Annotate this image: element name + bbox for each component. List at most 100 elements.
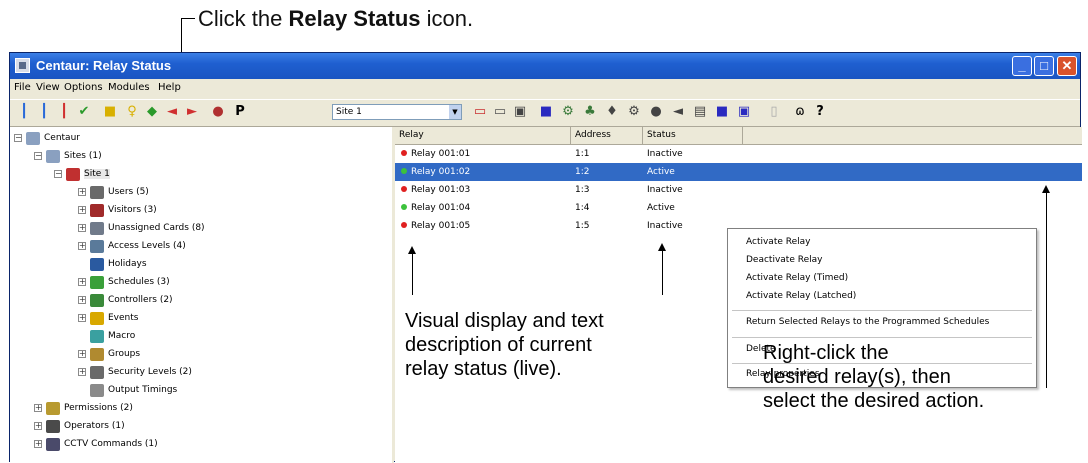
relay-status-icon[interactable]: ♀ bbox=[124, 104, 140, 120]
tree-item-cctv-commands[interactable]: + CCTV Commands (1) bbox=[34, 435, 158, 453]
sites-tree-icon bbox=[46, 149, 60, 163]
status-annotation-line: relay status (live). bbox=[405, 358, 562, 380]
door-lock-icon[interactable]: ► bbox=[184, 104, 200, 120]
groups-icon bbox=[90, 347, 104, 361]
menu-view[interactable]: View bbox=[36, 82, 60, 93]
tree-item-schedules[interactable]: + Schedules (3) bbox=[78, 273, 170, 291]
relay-state-icon bbox=[401, 221, 407, 228]
close-button[interactable]: ✕ bbox=[1057, 56, 1077, 76]
app-icon bbox=[15, 58, 30, 73]
report-icon[interactable]: ▤ bbox=[692, 104, 708, 120]
instruction-bold: Relay Status bbox=[288, 6, 421, 31]
relay-name-cell: Relay 001:05 bbox=[401, 217, 470, 235]
instruction-suffix: icon. bbox=[426, 6, 474, 31]
chevron-down-icon[interactable]: ▼ bbox=[449, 105, 461, 119]
display-icon[interactable]: ■ bbox=[714, 104, 730, 120]
tree-item-events[interactable]: + Events bbox=[78, 309, 138, 327]
speaker-icon[interactable]: ◄ bbox=[670, 104, 686, 120]
help-icon[interactable]: ? bbox=[812, 104, 828, 120]
events-icon bbox=[90, 311, 104, 325]
find-icon[interactable]: ɷ bbox=[792, 104, 808, 120]
cards-tree-icon bbox=[90, 221, 104, 235]
table-row[interactable]: Relay 001:01 1:1 Inactive bbox=[395, 145, 1082, 163]
table-row[interactable]: Relay 001:04 1:4 Active bbox=[395, 199, 1082, 217]
doors-icon[interactable]: ◄ bbox=[164, 104, 180, 120]
rightclick-annotation: Right-click the desired relay(s), then s… bbox=[763, 341, 984, 413]
toolbar: ┃ ┃ ┃ ✔ ■ ♀ ◆ ◄ ► ● P Site 1 ▼ ▭ ▭ ▣ ■ ⚙… bbox=[10, 99, 1080, 127]
relay-name-cell: Relay 001:03 bbox=[401, 181, 470, 199]
event-icon[interactable]: ⚙ bbox=[626, 104, 642, 120]
column-status[interactable]: Status bbox=[643, 127, 743, 144]
screen-icon[interactable]: ▣ bbox=[736, 104, 752, 120]
relay-state-icon bbox=[401, 167, 407, 174]
menu-bar: File View Options Modules Help bbox=[10, 79, 1080, 98]
operator-icon[interactable]: ● bbox=[210, 104, 226, 120]
relay-name-cell: Relay 001:04 bbox=[401, 199, 470, 217]
controllers-tree-icon bbox=[90, 293, 104, 307]
status-arrow-right bbox=[658, 243, 666, 295]
permissions-icon[interactable]: P bbox=[232, 104, 248, 120]
cards-icon[interactable]: ✔ bbox=[76, 104, 92, 120]
menu-file[interactable]: File bbox=[14, 82, 31, 93]
instruction-prefix: Click the bbox=[198, 6, 283, 31]
status-annotation: Visual display and text description of c… bbox=[405, 309, 604, 381]
users-icon[interactable]: ┃ bbox=[36, 104, 52, 120]
rightclick-annotation-line: Right-click the bbox=[763, 342, 889, 364]
maximize-button[interactable]: □ bbox=[1034, 56, 1054, 76]
workstation-icon[interactable]: ⚙ bbox=[560, 104, 576, 120]
tree-item-operators[interactable]: + Operators (1) bbox=[34, 417, 125, 435]
tree-item-users[interactable]: + Users (5) bbox=[78, 183, 149, 201]
tree-item-access-levels[interactable]: + Access Levels (4) bbox=[78, 237, 186, 255]
tree-item-holidays[interactable]: Holidays bbox=[90, 255, 147, 273]
document-icon[interactable]: ▯ bbox=[766, 104, 782, 120]
relay-name-cell: Relay 001:02 bbox=[401, 163, 470, 181]
minimize-button[interactable]: _ bbox=[1012, 56, 1032, 76]
column-relay[interactable]: Relay bbox=[395, 127, 571, 144]
menu-deactivate-relay[interactable]: Deactivate Relay bbox=[746, 255, 822, 265]
menu-activate-relay-timed[interactable]: Activate Relay (Timed) bbox=[746, 273, 848, 283]
menu-activate-relay-latched[interactable]: Activate Relay (Latched) bbox=[746, 291, 856, 301]
tree-item-site-1[interactable]: − Site 1 bbox=[54, 165, 110, 183]
tree-item-security-levels[interactable]: + Security Levels (2) bbox=[78, 363, 192, 381]
site-select[interactable]: Site 1 ▼ bbox=[332, 104, 462, 120]
tree-item-unassigned-cards[interactable]: + Unassigned Cards (8) bbox=[78, 219, 205, 237]
sites-icon[interactable]: ┃ bbox=[16, 104, 32, 120]
computer-icon bbox=[26, 131, 40, 145]
menu-modules[interactable]: Modules bbox=[108, 82, 150, 93]
output-timings-icon bbox=[90, 383, 104, 397]
tree-item-output-timings[interactable]: Output Timings bbox=[90, 381, 177, 399]
menu-help[interactable]: Help bbox=[158, 82, 181, 93]
keypad-icon[interactable]: ▭ bbox=[492, 104, 508, 120]
table-row[interactable]: Relay 001:03 1:3 Inactive bbox=[395, 181, 1082, 199]
monitor-icon[interactable]: ■ bbox=[538, 104, 554, 120]
tree-item-sites[interactable]: − Sites (1) bbox=[34, 147, 102, 165]
tree-item-macro[interactable]: Macro bbox=[90, 327, 135, 345]
menu-activate-relay[interactable]: Activate Relay bbox=[746, 237, 810, 247]
controllers-icon[interactable]: ■ bbox=[102, 104, 118, 120]
printer-icon[interactable]: ▣ bbox=[512, 104, 528, 120]
macro-icon bbox=[90, 329, 104, 343]
card-reader-icon[interactable]: ▭ bbox=[472, 104, 488, 120]
table-row[interactable]: Relay 001:02 1:2 Active bbox=[395, 163, 1082, 181]
audio-icon[interactable]: ● bbox=[648, 104, 664, 120]
menu-return-to-schedules[interactable]: Return Selected Relays to the Programmed… bbox=[746, 317, 989, 327]
menu-options[interactable]: Options bbox=[64, 82, 103, 93]
status-arrow-left bbox=[408, 246, 416, 295]
tree-item-controllers[interactable]: + Controllers (2) bbox=[78, 291, 173, 309]
tree-item-groups[interactable]: + Groups bbox=[78, 345, 140, 363]
access-levels-icon bbox=[90, 239, 104, 253]
tree-item-permissions[interactable]: + Permissions (2) bbox=[34, 399, 133, 417]
camera-icon[interactable]: ♣ bbox=[582, 104, 598, 120]
inputs-icon[interactable]: ◆ bbox=[144, 104, 160, 120]
column-address[interactable]: Address bbox=[571, 127, 643, 144]
alarm-icon[interactable]: ♦ bbox=[604, 104, 620, 120]
tree-item-centaur[interactable]: − Centaur bbox=[14, 129, 80, 147]
list-header: Relay Address Status bbox=[395, 127, 1082, 145]
tree-item-visitors[interactable]: + Visitors (3) bbox=[78, 201, 157, 219]
title-bar: Centaur: Relay Status _ □ ✕ bbox=[10, 53, 1080, 79]
rightclick-arrow bbox=[1042, 185, 1050, 388]
visitors-tree-icon bbox=[90, 203, 104, 217]
relay-address-cell: 1:1 bbox=[575, 149, 590, 159]
status-annotation-line: description of current bbox=[405, 334, 592, 356]
visitors-icon[interactable]: ┃ bbox=[56, 104, 72, 120]
